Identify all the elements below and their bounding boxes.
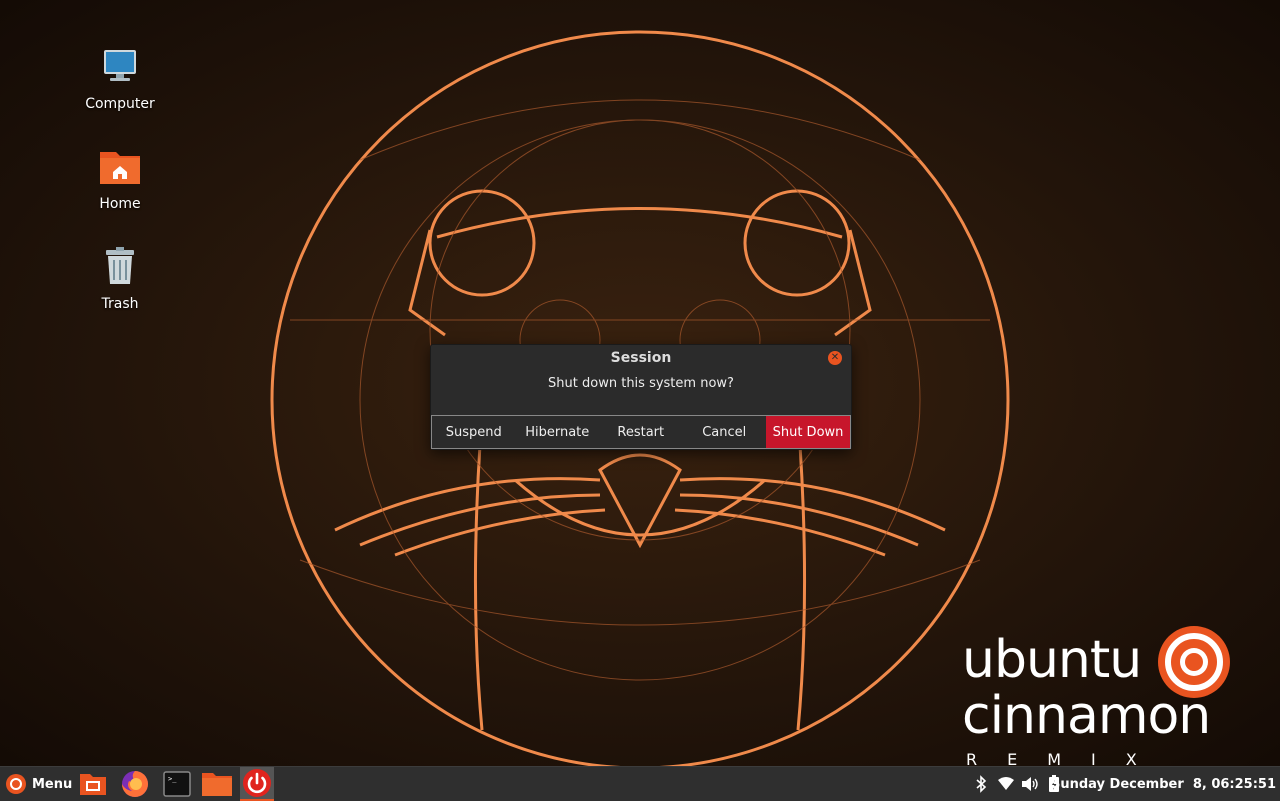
power-icon <box>243 769 271 797</box>
cancel-button[interactable]: Cancel <box>683 416 767 448</box>
desktop-icon <box>80 774 106 795</box>
desktop-icon-label: Home <box>99 196 141 212</box>
suspend-button[interactable]: Suspend <box>432 416 516 448</box>
terminal-icon: >_ <box>163 771 191 797</box>
menu-label: Menu <box>32 776 73 792</box>
bottom-panel: Menu >_ Sunday December 8, 06:25:51 <box>0 766 1280 801</box>
dialog-button-bar: Suspend Hibernate Restart Cancel Shut Do… <box>431 415 851 449</box>
bluetooth-icon <box>976 775 987 793</box>
dialog-title: Session <box>610 350 672 366</box>
clock[interactable]: Sunday December 8, 06:25:51 <box>1051 767 1276 801</box>
dialog-message: Shut down this system now? <box>548 376 734 391</box>
svg-text:>_: >_ <box>168 775 177 783</box>
folder-icon <box>202 773 232 796</box>
close-icon[interactable]: ✕ <box>828 351 842 365</box>
shut-down-button[interactable]: Shut Down <box>766 416 850 448</box>
launcher-show-desktop[interactable] <box>76 767 110 801</box>
desktop-icon-home[interactable]: Home <box>72 144 168 212</box>
launcher-terminal[interactable]: >_ <box>160 767 194 801</box>
session-dialog: Session ✕ Shut down this system now? Sus… <box>430 344 852 450</box>
desktop-icon-trash[interactable]: Trash <box>72 244 168 312</box>
home-folder-icon <box>96 144 144 192</box>
hibernate-button[interactable]: Hibernate <box>516 416 600 448</box>
launcher-session[interactable] <box>240 767 274 801</box>
ubuntu-cinnamon-logo: ubuntu cinnamon REMIX <box>962 624 1262 769</box>
ubuntu-menu-icon <box>6 774 26 794</box>
desktop-icon-label: Computer <box>85 96 155 112</box>
volume-icon <box>1022 777 1038 791</box>
tray-volume[interactable] <box>1019 767 1041 801</box>
launcher-firefox[interactable] <box>118 767 152 801</box>
wifi-icon <box>998 777 1014 790</box>
desktop-icon-label: Trash <box>101 296 139 312</box>
ubuntu-cinnamon-emblem-icon <box>1158 626 1230 698</box>
desktop-icon-computer[interactable]: Computer <box>72 44 168 112</box>
tray-bluetooth[interactable] <box>970 767 992 801</box>
restart-button[interactable]: Restart <box>599 416 683 448</box>
brand-line-ubuntu: ubuntu <box>962 630 1142 690</box>
tray-network[interactable] <box>995 767 1017 801</box>
menu-button[interactable]: Menu <box>2 767 76 801</box>
computer-icon <box>96 44 144 92</box>
trash-icon <box>96 244 144 292</box>
firefox-icon <box>122 771 148 797</box>
launcher-files[interactable] <box>200 767 234 801</box>
